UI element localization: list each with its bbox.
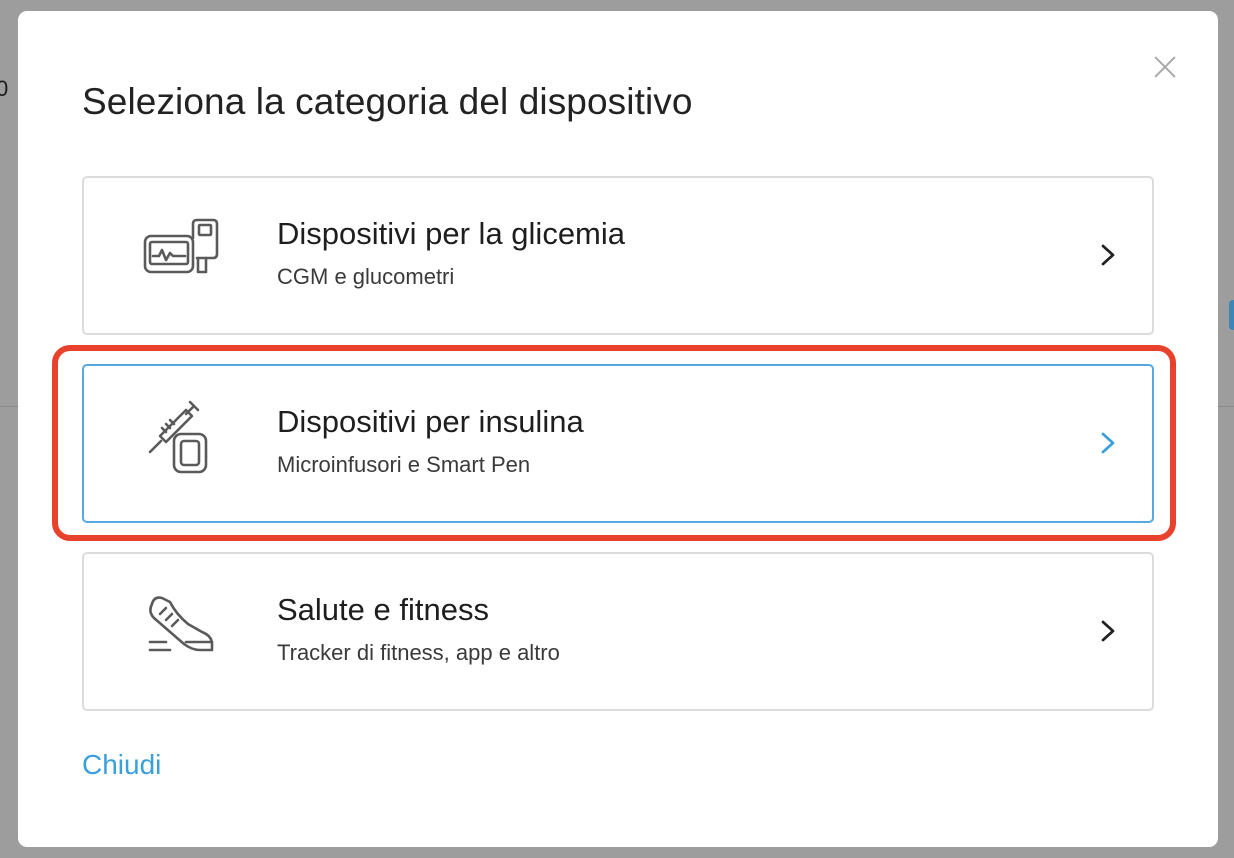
card-subtitle: Microinfusori e Smart Pen	[277, 452, 531, 477]
glucose-meter-icon	[143, 218, 219, 274]
card-title: Salute e fitness	[277, 592, 489, 627]
insulin-syringe-icon	[148, 400, 208, 474]
chevron-right-icon	[1101, 244, 1115, 266]
category-card-glucose[interactable]: Dispositivi per la glicemia CGM e glucom…	[82, 176, 1154, 335]
card-title: Dispositivi per insulina	[277, 404, 584, 439]
category-card-fitness[interactable]: Salute e fitness Tracker di fitness, app…	[82, 552, 1154, 711]
backdrop-divider-right	[1218, 406, 1234, 407]
chevron-right-icon	[1101, 620, 1115, 642]
backdrop-partial-text: 0	[0, 76, 9, 101]
close-button[interactable]: Chiudi	[82, 749, 161, 781]
backdrop-indicator	[1229, 300, 1234, 330]
sneaker-icon	[148, 596, 214, 652]
chevron-right-icon	[1101, 432, 1115, 454]
backdrop-divider-left	[0, 406, 20, 407]
category-card-insulin[interactable]: Dispositivi per insulina Microinfusori e…	[82, 364, 1154, 523]
card-title: Dispositivi per la glicemia	[277, 216, 626, 251]
modal-title: Seleziona la categoria del dispositivo	[82, 81, 693, 122]
device-category-modal: Seleziona la categoria del dispositivo D…	[18, 11, 1218, 847]
close-icon[interactable]	[1152, 54, 1178, 80]
card-subtitle: Tracker di fitness, app e altro	[277, 640, 560, 665]
card-subtitle: CGM e glucometri	[277, 264, 455, 289]
